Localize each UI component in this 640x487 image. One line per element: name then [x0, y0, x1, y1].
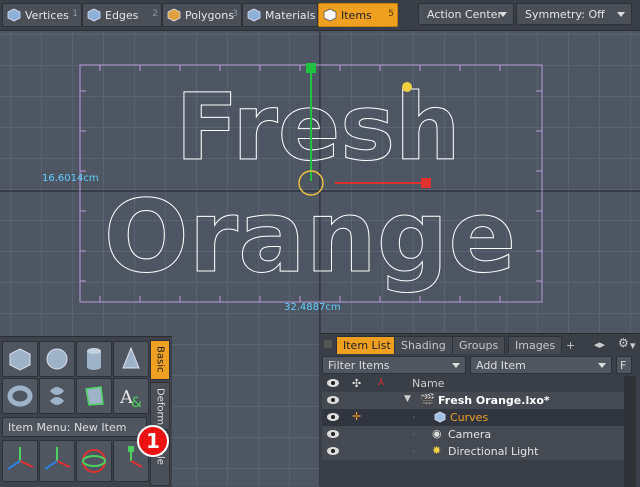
add-tab-button[interactable]: + — [560, 336, 581, 354]
transform-tool-button[interactable] — [39, 440, 75, 482]
chevron-down-icon — [617, 12, 625, 17]
tab-groups[interactable]: Groups — [452, 336, 506, 354]
panel-grip-icon — [324, 340, 332, 348]
symmetry-label: Symmetry: Off — [525, 7, 605, 21]
chevron-down-icon — [452, 363, 460, 368]
expand-triangle-icon[interactable]: ▼ — [404, 394, 411, 404]
curve-text-line1: Fresh — [176, 74, 461, 181]
y-axis-handle-end[interactable] — [306, 63, 316, 73]
tab-item-list[interactable]: Item List — [336, 336, 398, 354]
items-cube-icon — [323, 8, 337, 22]
axis-header-icon[interactable]: ⅄ — [378, 377, 384, 388]
cube-icon — [9, 348, 31, 371]
f-button[interactable]: F — [616, 356, 632, 374]
tab-deform[interactable]: Deform — [150, 382, 170, 430]
step-number-badge: 1 — [137, 425, 169, 457]
tree-connector: · — [412, 428, 416, 441]
list-item-curves[interactable]: ✛ · Curves — [322, 409, 624, 427]
light-indicator-icon[interactable] — [402, 82, 412, 92]
cone-icon — [122, 346, 140, 369]
pen-tool-button[interactable] — [76, 378, 112, 414]
lock-header-icon[interactable]: ✣ — [352, 377, 361, 390]
visibility-eye-icon[interactable] — [326, 378, 340, 388]
column-name-header[interactable]: Name — [412, 377, 444, 390]
rotate-tool-button[interactable] — [76, 440, 112, 482]
menu-icon[interactable]: ▾ — [630, 339, 636, 352]
torus-icon — [7, 385, 33, 407]
cylinder-tool-button[interactable] — [76, 341, 112, 377]
visibility-eye-icon[interactable] — [326, 412, 340, 422]
tab-items-label: Items — [341, 8, 372, 22]
svg-text:&: & — [131, 395, 142, 411]
polygons-cube-icon — [167, 8, 181, 22]
width-dimension: 32.4887cm — [284, 302, 341, 313]
mode-toolbar: Vertices 1 Edges 2 Polygons 3 Materials … — [0, 0, 640, 31]
item-list-empty-area[interactable] — [322, 460, 624, 486]
light-item-name: Directional Light — [448, 445, 539, 458]
tab-shading[interactable]: Shading — [394, 336, 453, 354]
tab-edges[interactable]: Edges 2 — [82, 3, 162, 27]
list-item-light[interactable]: · ✸ Directional Light — [322, 443, 624, 461]
add-item-dropdown[interactable]: Add Item — [470, 356, 612, 374]
capsule-icon — [50, 387, 64, 405]
item-menu-label: Item Menu: New Item — [8, 420, 127, 434]
materials-cube-icon — [247, 8, 261, 22]
camera-icon: ◉ — [432, 427, 442, 440]
tab-basic[interactable]: Basic — [150, 340, 170, 380]
tab-vertices-label: Vertices — [25, 8, 69, 22]
pen-curve-icon — [85, 386, 104, 406]
collapse-arrow-icon[interactable]: ◂▸ — [594, 338, 605, 351]
sphere-tool-button[interactable] — [39, 341, 75, 377]
list-item-scene[interactable]: ▼ 🎬 Fresh Orange.lxo* — [322, 392, 624, 410]
visibility-eye-icon[interactable] — [326, 429, 340, 439]
filter-items-dropdown[interactable]: Filter Items — [322, 356, 466, 374]
chevron-down-icon — [598, 363, 606, 368]
tab-polygons[interactable]: Polygons 3 — [162, 3, 242, 27]
camera-item-name: Camera — [448, 428, 492, 441]
light-icon: ✸ — [432, 444, 442, 457]
scene-name: Fresh Orange.lxo* — [438, 394, 550, 407]
capsule-tool-button[interactable] — [39, 378, 75, 414]
scrollbar[interactable] — [624, 376, 636, 487]
cylinder-icon — [87, 348, 101, 370]
rotate-gizmo-icon — [82, 449, 106, 473]
selected-item-icon: ✛ — [352, 410, 362, 423]
text-tool-button[interactable]: A & — [113, 378, 149, 414]
vertices-cube-icon — [7, 8, 21, 22]
text-tool-icon: A& — [119, 387, 142, 411]
tree-connector: · — [412, 445, 416, 458]
scene-clapper-icon: 🎬 — [420, 393, 435, 407]
move-gizmo-icon — [7, 447, 34, 470]
symmetry-dropdown[interactable]: Symmetry: Off — [516, 3, 632, 25]
transform-gizmo-icon — [44, 447, 71, 470]
tab-materials-label: Materials — [265, 8, 316, 22]
item-menu-dropdown[interactable]: Item Menu: New Item — [2, 417, 147, 437]
list-item-camera[interactable]: · ◉ Camera — [322, 426, 624, 444]
tab-edges-label: Edges — [105, 8, 139, 22]
visibility-eye-icon[interactable] — [326, 395, 340, 405]
tab-polygons-label: Polygons — [185, 8, 234, 22]
action-center-label: Action Center — [427, 7, 502, 21]
tab-materials[interactable]: Materials — [242, 3, 318, 27]
tree-connector: · — [412, 411, 416, 424]
edges-cube-icon — [87, 8, 101, 22]
x-axis-handle-end[interactable] — [421, 178, 431, 188]
visibility-eye-icon[interactable] — [326, 446, 340, 456]
chevron-down-icon — [499, 12, 507, 17]
tab-vertices[interactable]: Vertices 1 — [2, 3, 82, 27]
sphere-icon — [46, 348, 68, 370]
mesh-cube-icon — [434, 411, 446, 423]
action-center-dropdown[interactable]: Action Center — [418, 3, 514, 25]
cone-tool-button[interactable] — [113, 341, 149, 377]
curves-item-name: Curves — [450, 411, 489, 424]
move-tool-button[interactable] — [2, 440, 38, 482]
height-dimension: 16.6014cm — [42, 173, 99, 184]
tab-images[interactable]: Images — [508, 336, 563, 354]
tab-items[interactable]: Items 5 — [318, 3, 398, 27]
item-list-header: ✣ ⅄ Name — [322, 375, 624, 393]
torus-tool-button[interactable] — [2, 378, 38, 414]
gear-icon[interactable]: ⚙ — [618, 336, 629, 350]
cube-tool-button[interactable] — [2, 341, 38, 377]
